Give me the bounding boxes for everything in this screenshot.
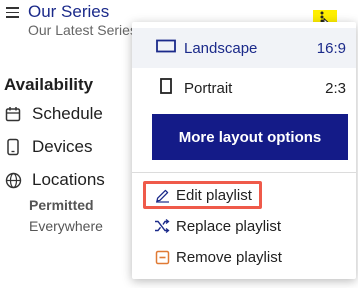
layout-option-ratio: 2:3 [325, 79, 346, 97]
more-layout-options-button[interactable]: More layout options [152, 114, 348, 160]
sidebar-item-locations[interactable]: Locations [4, 170, 105, 190]
sidebar-item-devices[interactable]: Devices [4, 137, 92, 157]
layout-option-landscape[interactable]: Landscape 16:9 [132, 28, 356, 68]
series-subtitle: Our Latest Series [28, 22, 137, 38]
menu-divider [132, 172, 356, 173]
permitted-label: Permitted [29, 197, 94, 213]
portrait-icon [160, 78, 172, 98]
remove-playlist-label: Remove playlist [176, 248, 282, 266]
device-icon [4, 138, 22, 156]
permitted-value: Everywhere [29, 218, 103, 234]
edit-playlist-highlight [143, 181, 262, 209]
replace-playlist-item[interactable]: Replace playlist [132, 214, 356, 238]
landscape-icon [156, 39, 176, 57]
remove-playlist-item[interactable]: Remove playlist [132, 245, 356, 269]
layout-dropdown-menu: Landscape 16:9 Portrait 2:3 More layout … [132, 22, 356, 279]
sidebar-item-label: Locations [32, 170, 105, 189]
globe-icon [4, 171, 22, 189]
sidebar-item-label: Schedule [32, 104, 103, 123]
series-title[interactable]: Our Series [28, 2, 109, 22]
remove-icon [154, 249, 170, 265]
sidebar-item-schedule[interactable]: Schedule [4, 104, 103, 124]
layout-option-label: Portrait [184, 79, 233, 97]
layout-option-ratio: 16:9 [316, 39, 346, 57]
availability-heading: Availability [4, 75, 94, 94]
sidebar-item-label: Devices [32, 137, 93, 156]
layout-option-portrait[interactable]: Portrait 2:3 [132, 68, 356, 108]
replace-playlist-label: Replace playlist [176, 217, 282, 235]
list-icon[interactable] [6, 7, 19, 18]
layout-option-label: Landscape [184, 39, 258, 57]
calendar-icon [4, 105, 22, 123]
shuffle-icon [154, 218, 170, 234]
